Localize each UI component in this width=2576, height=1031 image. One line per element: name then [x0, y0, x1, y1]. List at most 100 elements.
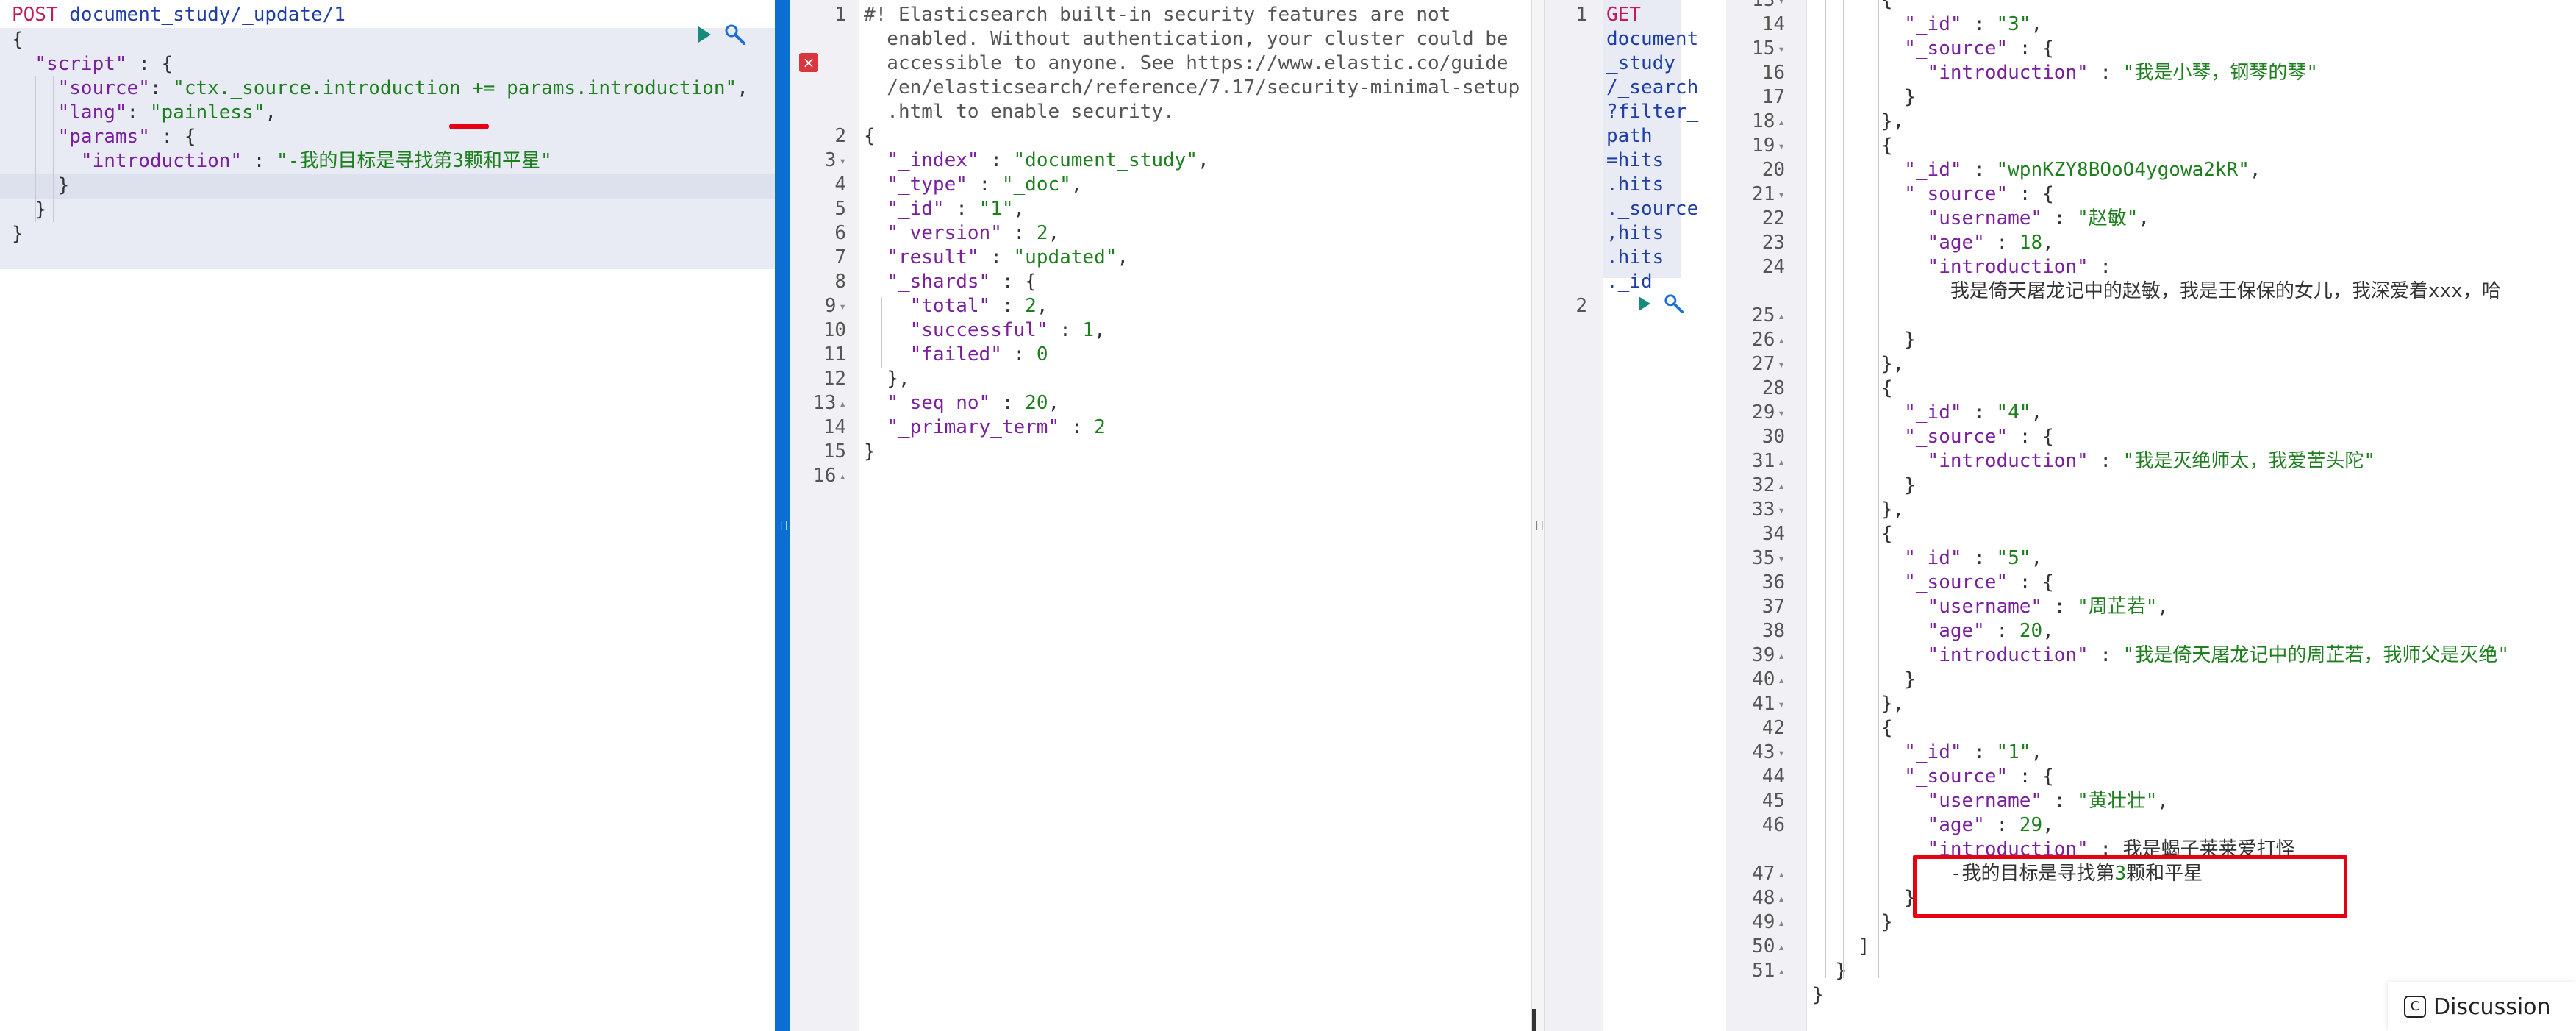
response-line: "_seq_no" : 20,	[887, 392, 1060, 414]
line-number: 40 ▴	[1752, 668, 1785, 691]
search-response-line: ]	[1858, 935, 1870, 957]
line-number: 12	[823, 368, 846, 390]
scrollbar-thumb[interactable]	[1532, 1009, 1536, 1031]
response-panel: 1 #! Elasticsearch built-in security feat…	[790, 0, 1531, 1031]
response-line: "total" : 2,	[909, 295, 1048, 317]
response-line: }	[864, 440, 876, 463]
request-actions	[698, 24, 746, 46]
response-warning-line: #! Elasticsearch built-in security featu…	[864, 4, 1451, 26]
search-actions	[1639, 293, 1684, 314]
line-number: 2	[834, 125, 846, 147]
line-number: 34	[1761, 523, 1785, 545]
search-response-line: {	[1881, 135, 1893, 157]
line-number: 43 ▾	[1752, 741, 1785, 763]
search-response-line: "_id" : "wpnKZY8BOoO4ygowa2kR",	[1904, 159, 2261, 181]
wrench-icon[interactable]	[1664, 293, 1684, 314]
indent-guide	[1825, 0, 1826, 978]
panel-resizer[interactable]: ||	[775, 0, 790, 1031]
line-number: 6	[834, 222, 846, 244]
line-number: 13 ▴	[813, 392, 846, 414]
annotation-underline	[449, 124, 489, 129]
search-request-gutter	[1545, 0, 1603, 1031]
line-number: 27 ▾	[1752, 353, 1785, 375]
line-number: 35 ▾	[1752, 547, 1785, 569]
line-number: 2	[1575, 295, 1587, 317]
line-number: 49 ▴	[1752, 911, 1785, 933]
line-number: 17	[1761, 86, 1785, 108]
line-number: 19 ▾	[1752, 135, 1785, 157]
request-line: POST document_study/_update/1	[12, 3, 775, 27]
line-number: 26 ▴	[1752, 329, 1785, 351]
request-editor-panel[interactable]: POST document_study/_update/1{ "script" …	[0, 0, 775, 1031]
request-body-line: "introduction" : "-我的目标是寻找第3颗和平星"	[80, 150, 552, 172]
resizer-grip-icon[interactable]: ||	[779, 519, 789, 531]
response-line: "failed" : 0	[909, 343, 1048, 365]
line-number: 38	[1761, 620, 1785, 642]
line-number: 23	[1761, 232, 1785, 254]
search-response-line: "_id" : "1",	[1904, 741, 2043, 763]
response-warning-line: enabled. Without authentication, your cl…	[864, 28, 1509, 50]
line-number: 28	[1761, 377, 1785, 399]
request-body-line: {	[12, 29, 24, 51]
search-response-line	[1812, 304, 2576, 328]
play-icon[interactable]	[1639, 296, 1650, 311]
line-number	[790, 100, 846, 124]
indent-guide	[53, 76, 54, 222]
panel-resizer-secondary[interactable]: ||	[1531, 0, 1545, 1031]
line-number	[1726, 838, 1785, 862]
resizer-grip-icon[interactable]: ||	[1534, 519, 1545, 531]
line-number: 41 ▾	[1752, 693, 1785, 715]
line-number: 39 ▴	[1752, 644, 1785, 666]
search-response-line: "username" : "周芷若",	[1927, 596, 2169, 618]
response-line: "_primary_term" : 2	[887, 416, 1106, 438]
line-number: 29 ▾	[1752, 402, 1785, 424]
http-method: POST	[12, 4, 58, 26]
search-response-line: }	[1904, 668, 1916, 691]
line-number: 42	[1761, 717, 1785, 739]
search-response-line: },	[1881, 110, 1905, 132]
line-number: 8	[834, 271, 846, 293]
response-line: },	[887, 368, 910, 390]
search-response-line: "_source" : {	[1904, 38, 2054, 60]
line-number: 50 ▴	[1752, 935, 1785, 957]
search-response-line: "username" : "赵敏",	[1927, 207, 2150, 229]
line-number: 47 ▴	[1752, 863, 1785, 885]
wrench-icon[interactable]	[724, 24, 746, 46]
search-response-line: "_id" : "4",	[1904, 402, 2043, 424]
request-body-line: "params" : {	[57, 126, 196, 148]
line-number: 24	[1761, 256, 1785, 278]
search-response-line: "_source" : {	[1904, 571, 2054, 593]
line-number: 14	[1761, 13, 1785, 35]
discussion-button[interactable]: C Discussion	[2388, 982, 2576, 1031]
line-number: 11	[823, 343, 846, 365]
search-response-line: "_id" : "3",	[1904, 13, 2043, 35]
search-response-line: "_source" : {	[1904, 766, 2054, 788]
kibana-dev-tools: POST document_study/_update/1{ "script" …	[0, 0, 2576, 1031]
search-response-line: }	[1904, 329, 1916, 351]
line-number: 20	[1761, 159, 1785, 181]
search-response-line: {	[1881, 717, 1893, 739]
search-response-line: "age" : 20,	[1927, 620, 2054, 642]
line-number: 25 ▴	[1752, 304, 1785, 327]
line-number: 1	[834, 4, 846, 26]
line-number: 16 ▴	[813, 465, 846, 487]
line-number: 36	[1761, 571, 1785, 593]
request-body-line: "script" : {	[35, 53, 173, 75]
line-number: 45	[1761, 790, 1785, 812]
search-response-line: },	[1881, 353, 1905, 375]
line-number: 9 ▾	[824, 295, 846, 317]
response-line	[864, 464, 1531, 488]
play-icon[interactable]	[698, 26, 711, 43]
line-number: 31 ▴	[1752, 450, 1785, 472]
indent-guide	[1843, 0, 1844, 978]
line-number: 44	[1761, 766, 1785, 788]
search-response-line: 我是倚天屠龙记中的赵敏，我是王保保的女儿，我深爱着xxx，哈	[1950, 280, 2501, 302]
response-warning-line: .html to enable security.	[864, 101, 1175, 123]
request-body-line: }	[12, 223, 24, 245]
search-response-line: {	[1881, 523, 1893, 545]
line-number: 33 ▾	[1752, 499, 1785, 521]
search-response-line: "introduction" : "我是灭绝师太，我爱苦头陀"	[1927, 450, 2375, 472]
line-number: 30	[1761, 426, 1785, 448]
response-warning-line: accessible to anyone. See https://www.el…	[864, 52, 1509, 74]
discussion-label: Discussion	[2433, 993, 2551, 1020]
